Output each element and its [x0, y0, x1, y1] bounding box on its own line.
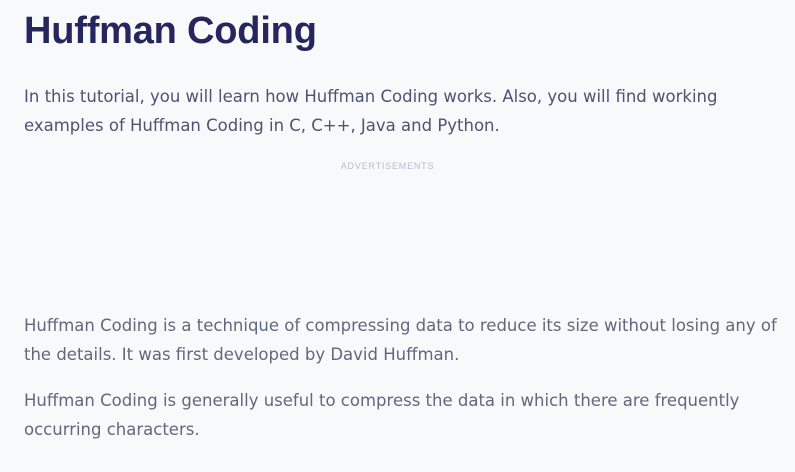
article-page: Huffman Coding In this tutorial, you wil… [0, 0, 795, 472]
body-paragraph-1: Huffman Coding is a technique of compres… [24, 316, 777, 364]
page-title: Huffman Coding [24, 10, 317, 52]
intro-paragraph: In this tutorial, you will learn how Huf… [24, 87, 718, 135]
advertisement-slot [24, 178, 764, 298]
advertisements-label: ADVERTISEMENTS [340, 161, 435, 171]
body-paragraph-2: Huffman Coding is generally useful to co… [24, 391, 740, 439]
